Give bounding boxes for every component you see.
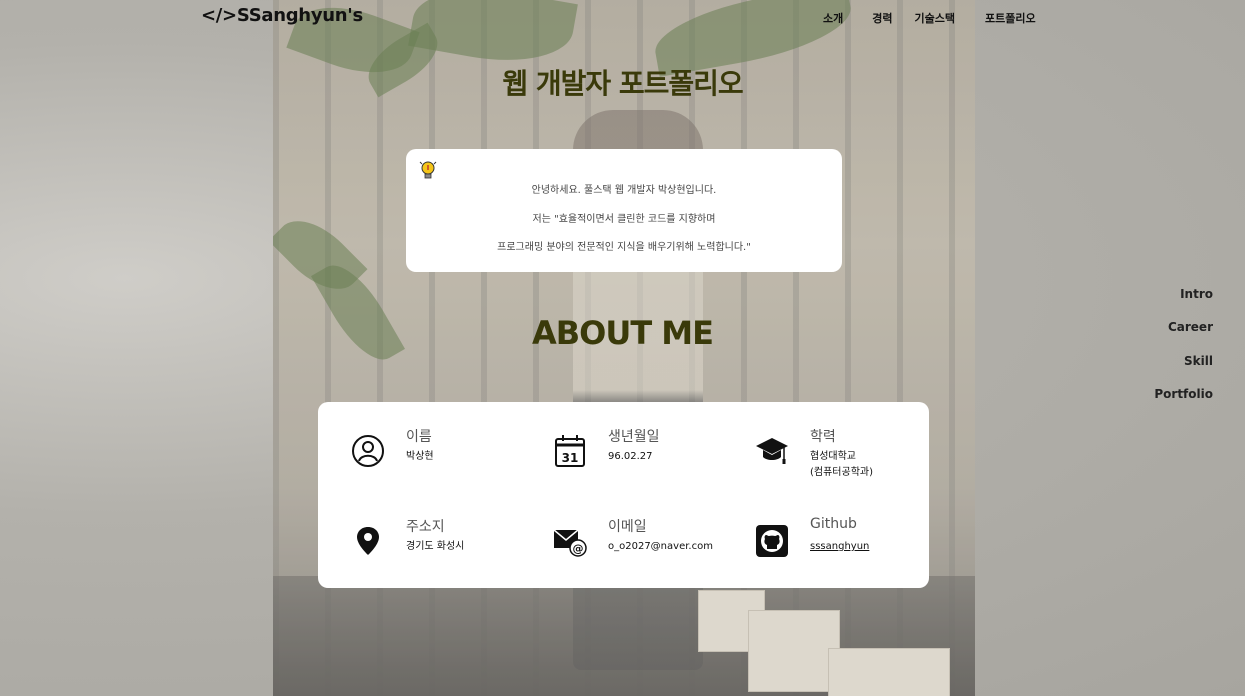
intro-card: 안녕하세요. 풀스택 웹 개발자 박상현입니다. 저는 "효율적이면서 클린한 … [406,149,842,272]
lightbulb-icon [419,161,437,179]
about-value: 협성대학교 (컴퓨터공학과) [810,451,874,478]
about-item-github: Github sssanghyun [755,516,945,594]
nav-item-skill[interactable]: 기술스택 [915,10,955,26]
person-icon [352,435,384,467]
github-icon[interactable] [755,524,789,558]
about-title: ABOUT ME [531,314,714,352]
github-link[interactable]: sssanghyun [810,539,869,555]
side-nav-intro[interactable]: Intro [1154,287,1213,320]
about-item-education: 학력 협성대학교 (컴퓨터공학과) [755,429,945,504]
about-value[interactable]: o_o2027@naver.com [608,539,713,555]
hero-title: 웹 개발자 포트폴리오 [502,67,743,100]
about-label: 이메일 [608,519,647,535]
about-label: 생년월일 [608,429,660,445]
about-label: 학력 [810,429,836,445]
about-value: 96.02.27 [608,451,653,462]
svg-text:@: @ [573,542,584,555]
nav-item-portfolio[interactable]: 포트폴리오 [985,10,1036,26]
side-nav-portfolio[interactable]: Portfolio [1154,387,1213,420]
about-item-birthday: 31 생년월일 96.02.27 [553,429,743,504]
about-item-email: @ 이메일 o_o2027@naver.com [553,519,743,594]
about-item-address: 주소지 경기도 화성시 [351,519,541,594]
about-label: Github [810,516,857,532]
email-icon: @ [553,529,587,557]
intro-line-1: 안녕하세요. 풀스택 웹 개발자 박상현입니다. [531,185,717,196]
about-value: 경기도 화성시 [406,541,465,552]
site-logo[interactable]: </>SSanghyun's [201,5,363,26]
about-item-name: 이름 박상현 [351,429,541,504]
side-nav: Intro Career Skill Portfolio [1154,287,1213,421]
intro-line-3: 프로그래밍 분야의 전문적인 지식을 배우기위해 노력합니다." [497,242,751,253]
top-nav: 소개 경력 기술스택 포트폴리오 [823,10,1064,26]
about-value: 박상현 [406,451,434,462]
about-label: 이름 [406,429,432,445]
nav-item-intro[interactable]: 소개 [823,10,843,26]
side-nav-skill[interactable]: Skill [1154,354,1213,387]
about-label: 주소지 [406,519,445,535]
intro-line-2: 저는 "효율적이면서 클린한 코드를 지향하며 [532,214,716,225]
calendar-day: 31 [562,451,579,465]
location-pin-icon [357,527,379,555]
graduation-cap-icon [756,438,788,464]
calendar-icon: 31 [555,435,585,467]
nav-item-career[interactable]: 경력 [872,10,892,26]
about-card: 이름 박상현 31 생년월일 96.02.27 학력 협성대학교 (컴퓨터공학과… [318,402,929,588]
side-nav-career[interactable]: Career [1154,320,1213,353]
